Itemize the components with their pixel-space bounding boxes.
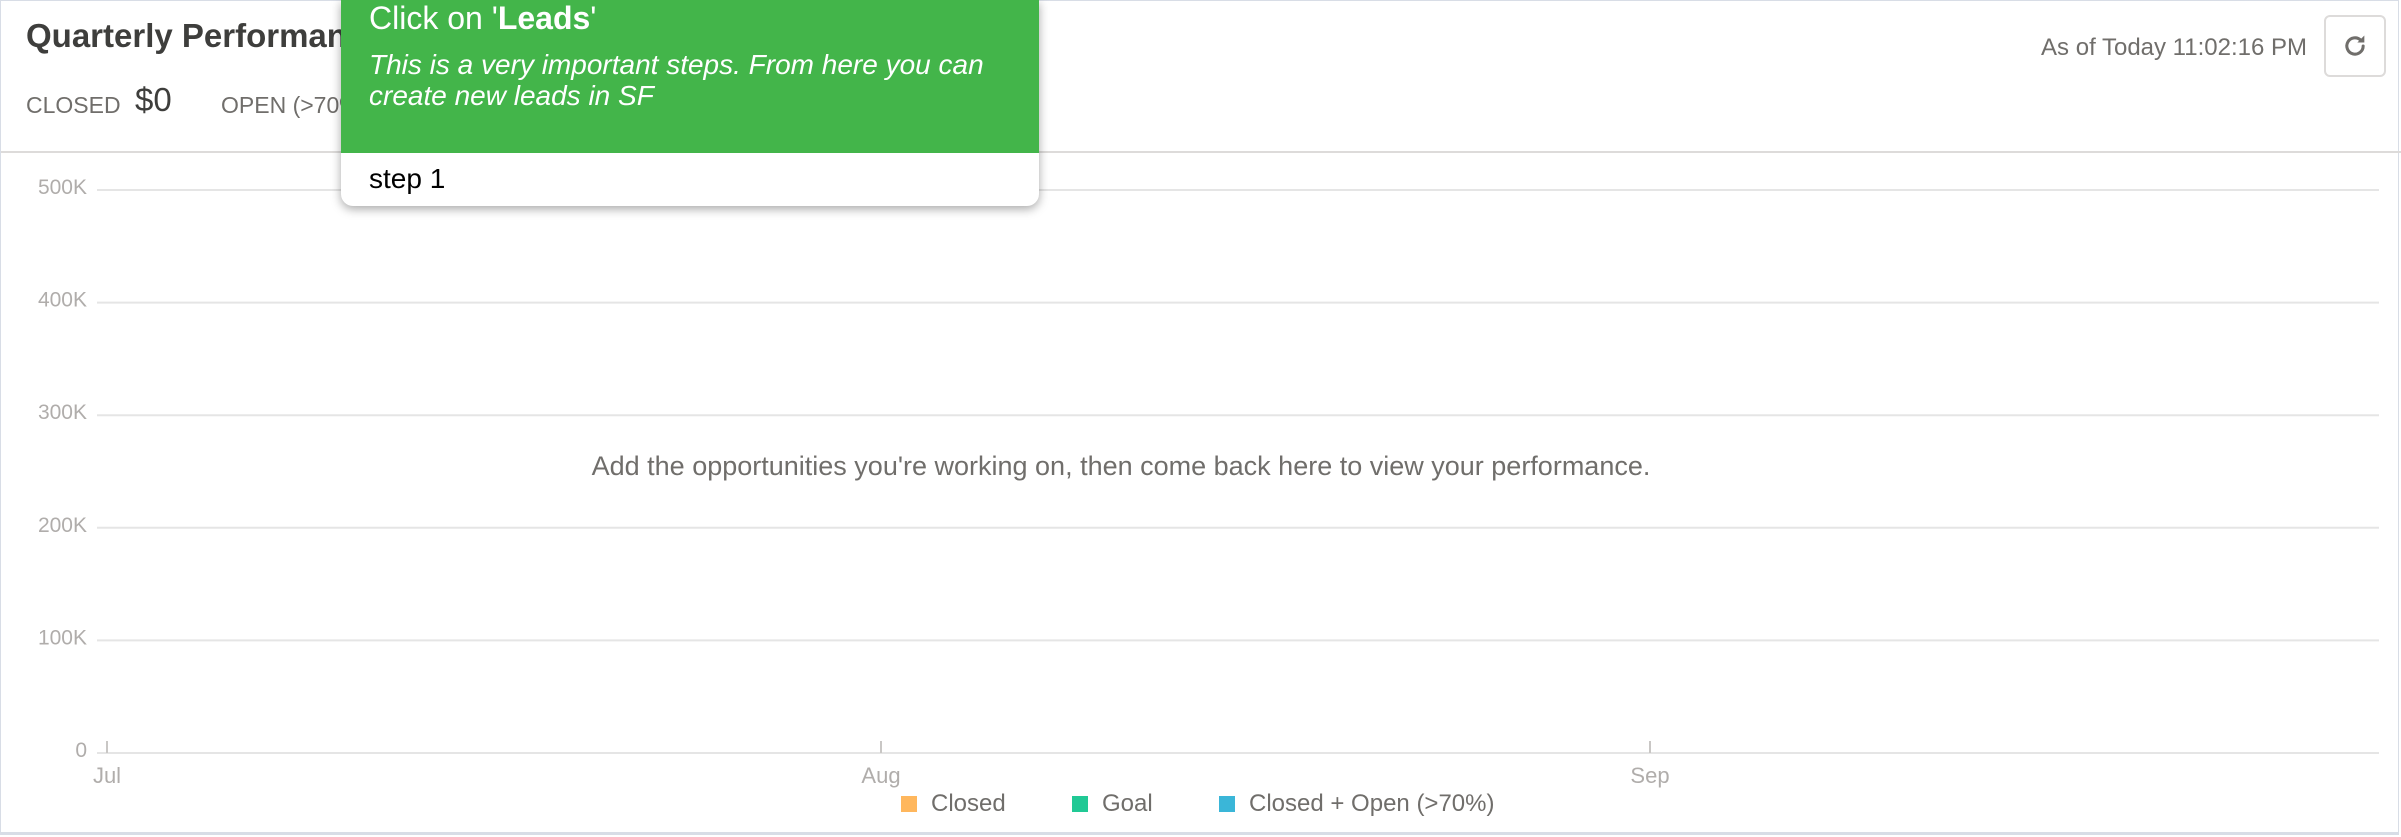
y-tick-label: 200K <box>38 514 87 537</box>
y-tick-label: 300K <box>38 401 87 424</box>
legend-label-closed: Closed <box>931 790 1006 817</box>
x-tick-label: Jul <box>93 763 121 788</box>
empty-chart-message: Add the opportunities you're working on,… <box>591 451 1651 481</box>
y-tick-label: 0 <box>75 739 87 762</box>
closed-label: CLOSED <box>26 92 121 118</box>
as-of-timestamp: As of Today 11:02:16 PM <box>2041 34 2307 61</box>
tooltip-title-target: Leads <box>497 0 591 36</box>
tooltip-title-suffix: ' <box>590 0 597 36</box>
performance-chart: 500K 400K 300K 200K 100K 0 Jul Aug Sep <box>1 153 2401 836</box>
y-tick-label: 100K <box>38 626 87 649</box>
legend-swatch-goal <box>1072 796 1088 812</box>
chart-legend: Closed Goal Closed + Open (>70%) <box>1 790 2401 820</box>
legend-item-closed[interactable]: Closed <box>901 790 1006 818</box>
legend-item-goal[interactable]: Goal <box>1072 790 1153 818</box>
tooltip-step-label: step 1 <box>369 163 446 194</box>
walkthrough-tooltip[interactable]: Click on 'Leads' This is a very importan… <box>341 0 1039 206</box>
refresh-button[interactable] <box>2324 15 2386 77</box>
legend-item-closed-open[interactable]: Closed + Open (>70%) <box>1219 790 1494 818</box>
tooltip-header: Click on 'Leads' This is a very importan… <box>341 0 1039 153</box>
y-tick-label: 400K <box>38 289 87 312</box>
closed-value: $0 <box>135 81 172 118</box>
legend-label-goal: Goal <box>1102 790 1153 817</box>
chart-svg: 500K 400K 300K 200K 100K 0 Jul Aug Sep <box>38 176 2379 788</box>
tooltip-title: Click on 'Leads' <box>369 0 596 37</box>
x-tick-label: Sep <box>1630 763 1669 788</box>
page-title: Quarterly Performance <box>26 17 384 54</box>
y-tick-label: 500K <box>38 176 87 199</box>
legend-label-closed-open: Closed + Open (>70%) <box>1249 790 1495 817</box>
legend-swatch-closed-open <box>1219 796 1235 812</box>
tooltip-description: This is a very important steps. From her… <box>369 49 984 111</box>
x-tick-label: Aug <box>861 763 900 788</box>
tooltip-title-prefix: Click on ' <box>369 0 498 36</box>
legend-swatch-closed <box>901 796 917 812</box>
refresh-icon <box>2345 35 2365 56</box>
